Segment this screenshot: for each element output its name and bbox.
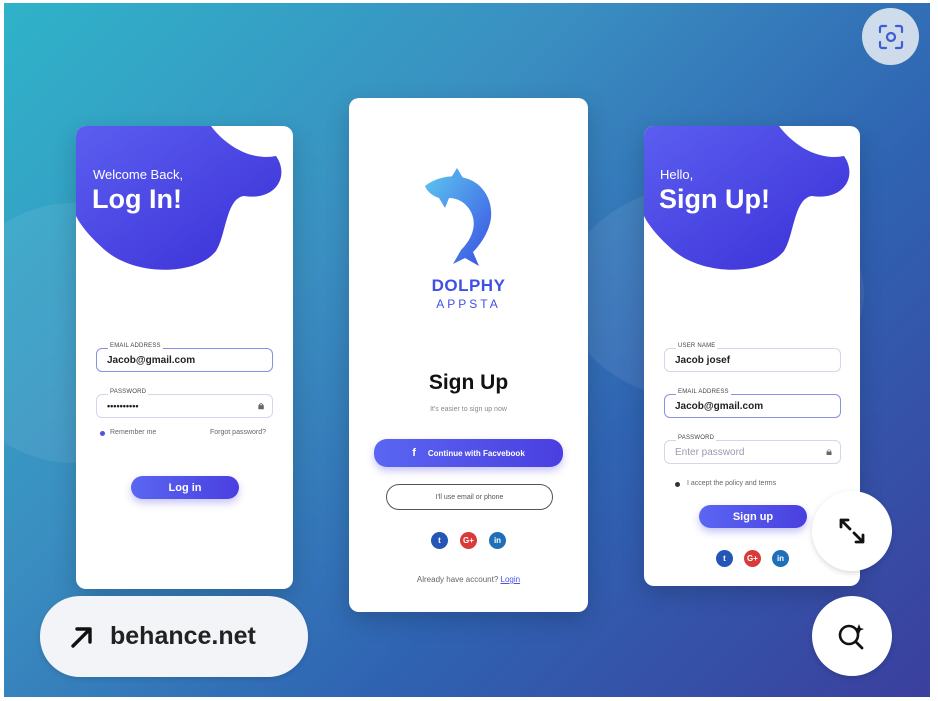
email-phone-button[interactable]: I'll use email or phone (386, 484, 553, 510)
visual-search-button[interactable] (862, 8, 919, 65)
signup-email-field[interactable]: Jacob@gmail.com (664, 394, 841, 418)
login-password-label: PASSWORD (108, 389, 149, 395)
lock-icon[interactable]: 🔒︎ (826, 446, 832, 459)
twitter-icon[interactable]: t (431, 532, 448, 549)
login-title: Log In! (92, 184, 182, 214)
google-plus-icon[interactable]: G+ (744, 550, 761, 567)
login-link[interactable]: Login (501, 575, 521, 584)
lock-icon[interactable]: 🔒︎ (258, 400, 264, 413)
accept-terms-toggle[interactable] (675, 482, 680, 487)
remember-toggle[interactable] (100, 431, 105, 436)
signup-button[interactable]: Sign up (699, 505, 807, 528)
image-frame: Welcome Back, Log In! Jacob@gmail.com EM… (4, 3, 930, 697)
brand-name: DOLPHY (431, 276, 506, 295)
login-button[interactable]: Log in (131, 476, 239, 499)
continue-facebook-button[interactable]: f Continue with Facvebook (374, 439, 563, 467)
expand-icon (839, 518, 865, 544)
password-placeholder: Enter password (675, 446, 745, 458)
signup-greeting: Hello, (660, 167, 694, 182)
expand-button[interactable] (812, 491, 892, 571)
lens-search-button[interactable] (812, 596, 892, 676)
signup-email-label: EMAIL ADDRESS (676, 389, 731, 395)
login-email-label: EMAIL ADDRESS (108, 343, 163, 349)
signup-card-title: Sign Up! (659, 184, 770, 214)
forgot-password-link[interactable]: Forgot password? (210, 429, 266, 436)
lens-sparkle-icon (838, 624, 864, 650)
signup-title: Sign Up (428, 371, 509, 394)
signup-intro-card: DOLPHY APPSTA Sign Up It's easier to sig… (349, 98, 588, 612)
source-domain: behance.net (110, 622, 256, 650)
arrow-up-right-icon (71, 626, 92, 648)
signup-password-label: PASSWORD (676, 435, 717, 441)
linkedin-icon[interactable]: in (772, 550, 789, 567)
login-greeting: Welcome Back, (93, 167, 184, 182)
source-link-pill[interactable]: behance.net (40, 596, 308, 677)
login-card: Welcome Back, Log In! Jacob@gmail.com EM… (76, 126, 293, 589)
accept-terms-label: I accept the policy and terms (687, 480, 777, 487)
twitter-icon[interactable]: t (716, 550, 733, 567)
linkedin-icon[interactable]: in (489, 532, 506, 549)
brand-subname: APPSTA (436, 297, 501, 311)
already-account-text: Already have account? Login (349, 575, 588, 584)
signup-subtitle: It's easier to sign up now (430, 406, 507, 413)
already-account-label: Already have account? (416, 575, 499, 584)
signup-password-field[interactable]: Enter password 🔒︎ (664, 440, 841, 464)
facebook-button-label: Continue with Facvebook (427, 448, 525, 458)
login-password-field[interactable]: •••••••••• 🔒︎ (96, 394, 273, 418)
google-plus-icon[interactable]: G+ (460, 532, 477, 549)
facebook-icon: f (412, 447, 416, 459)
login-email-field[interactable]: Jacob@gmail.com (96, 348, 273, 372)
username-field[interactable]: Jacob josef (664, 348, 841, 372)
login-password-value: •••••••••• (107, 401, 139, 411)
remember-label: Remember me (110, 429, 157, 436)
scan-icon (878, 24, 903, 49)
username-label: USER NAME (676, 343, 718, 349)
dolphin-logo-icon (425, 168, 492, 266)
